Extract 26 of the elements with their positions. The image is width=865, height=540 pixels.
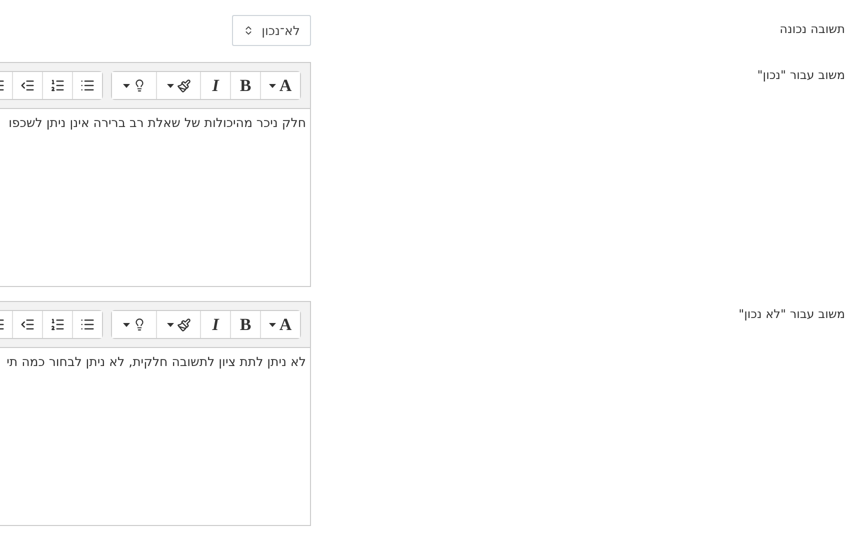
bulb-icon — [132, 79, 146, 92]
field-label: משוב עבור "לא נכון" — [738, 306, 846, 321]
field-label: תשובה נכונה — [778, 21, 846, 36]
editor-text: לא ניתן לתת ציון לתשובה חלקית, לא ניתן לבחור כמה תי — [6, 354, 306, 369]
bulb-icon — [132, 318, 146, 331]
bullet-list-icon — [80, 317, 95, 332]
font-button[interactable]: A — [260, 72, 300, 99]
font-button[interactable]: A — [260, 311, 300, 338]
field-label: משוב עבור "נכון" — [756, 67, 846, 82]
caret-icon — [269, 322, 276, 326]
outdent-icon — [20, 78, 35, 93]
numbered-list-icon — [50, 317, 65, 332]
outdent-icon — [20, 317, 35, 332]
bullet-list-button[interactable] — [72, 311, 102, 338]
brush-icon — [176, 78, 190, 92]
answer-select[interactable]: לא־נכון — [232, 15, 311, 46]
caret-icon — [122, 84, 130, 88]
caret-icon — [269, 84, 276, 88]
numbered-list-icon — [50, 78, 65, 93]
caret-icon — [166, 84, 174, 88]
bullet-list-button[interactable] — [72, 72, 102, 99]
bullet-list-icon — [80, 78, 95, 93]
caret-icon — [122, 322, 130, 326]
caret-icon — [166, 322, 174, 326]
editor-text: חלק ניכר מהיכולות של שאלת רב ברירה אינן ניתן לשכפו — [8, 115, 306, 130]
brush-icon — [176, 318, 190, 332]
